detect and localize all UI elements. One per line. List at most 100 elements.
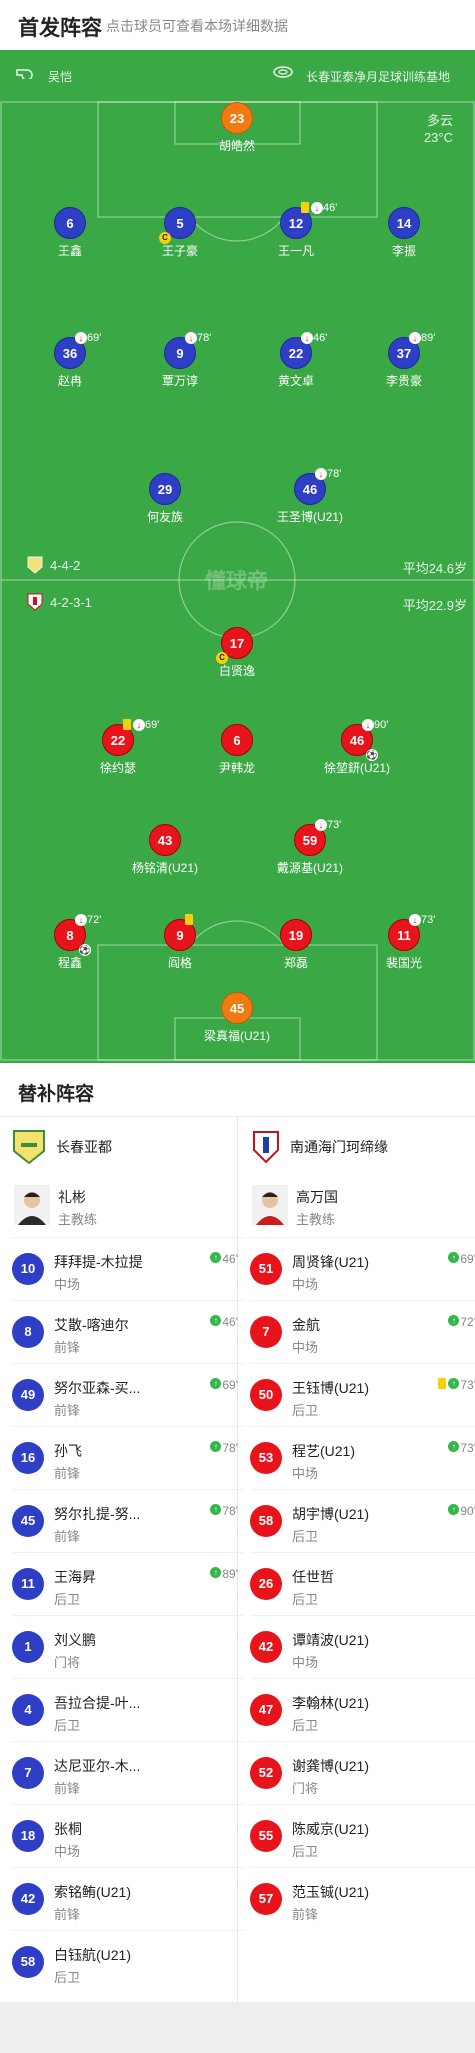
sub-events: ↑ 89' <box>210 1567 238 1581</box>
player-number: 59 ↓ 73' <box>294 819 341 856</box>
sub-player-name: 索铭鲔(U21) <box>54 1884 132 1900</box>
player-home[interactable]: 5 C 王子豪 <box>125 207 235 259</box>
sub-events: ↑ 46' <box>210 1252 238 1266</box>
home-coach-row[interactable]: 礼彬 主教练 <box>14 1177 234 1237</box>
player-name: 李振 <box>391 244 416 258</box>
player-away[interactable]: 17 C 白贤逸 <box>182 627 292 679</box>
sub-in-icon: ↑ <box>210 1315 222 1326</box>
sub-in-icon: ↑ <box>210 1378 222 1389</box>
sub-player-row[interactable]: 8 艾散-喀迪尔 前锋 ↑ 46' <box>12 1300 244 1363</box>
sub-player-row[interactable]: 49 努尔亚森-买... 前锋 ↑ 69' <box>12 1363 244 1426</box>
player-name: 杨铭清(U21) <box>131 861 198 875</box>
sub-player-row[interactable]: 52 谢龚博(U21) 门将 <box>250 1741 475 1804</box>
sub-player-row[interactable]: 42 索铭鲔(U21) 前锋 <box>12 1867 244 1930</box>
player-home[interactable]: 6 王鑫 <box>15 207 125 259</box>
sub-player-row[interactable]: 26 任世哲 后卫 <box>250 1552 475 1615</box>
pitch: 吴恺 长春亚泰净月足球训练基地 多云 23°C 懂球帝 4-4-2 平均24.6… <box>0 50 475 1063</box>
sub-in-minute: 46' <box>222 1315 238 1329</box>
sub-player-row[interactable]: 45 努尔扎提-努... 前锋 ↑ 78' <box>12 1489 244 1552</box>
sub-player-number: 7 <box>250 1316 282 1348</box>
sub-player-position: 门将 <box>292 1781 319 1796</box>
player-away[interactable]: 22 ↓ 69' 徐约瑟 <box>63 719 173 776</box>
player-number-text: 6 <box>66 216 74 231</box>
sub-player-row[interactable]: 51 周贤锋(U21) 中场 ↑ 69' <box>250 1237 475 1300</box>
sub-player-row[interactable]: 58 白钰航(U21) 后卫 <box>12 1930 244 1993</box>
player-name: 覃万谆 <box>161 374 198 388</box>
player-name: 李贵豪 <box>385 374 422 388</box>
sub-in-icon: ↑ <box>210 1252 222 1263</box>
player-name: 赵冉 <box>57 374 82 388</box>
page-subtitle: 点击球员可查看本场详细数据 <box>106 18 288 34</box>
player-away[interactable]: 6 尹韩龙 <box>182 724 292 776</box>
away-avg-age: 平均22.9岁 <box>402 598 467 613</box>
player-events: ↓ 69' <box>75 332 101 344</box>
sub-player-row[interactable]: 42 谭靖波(U21) 中场 <box>250 1615 475 1678</box>
sub-player-row[interactable]: 7 达尼亚尔-木... 前锋 <box>12 1741 244 1804</box>
player-home[interactable]: 46 ↓ 78' 王圣博(U21) <box>255 468 365 525</box>
player-away[interactable]: 46 ↓ 90' ⚽ 徐堃鈃(U21) <box>302 719 412 776</box>
sub-out-icon: ↓ <box>75 332 87 344</box>
player-number: 22 ↓ 46' <box>280 332 327 369</box>
player-home[interactable]: 23 胡皓然 <box>182 102 292 154</box>
player-number: 23 <box>221 102 253 134</box>
sub-player-row[interactable]: 1 刘义鹏 门将 <box>12 1615 244 1678</box>
sub-player-row[interactable]: 11 王海昇 后卫 ↑ 89' <box>12 1552 244 1615</box>
player-home[interactable]: 36 ↓ 69' 赵冉 <box>15 332 125 389</box>
player-away[interactable]: 43 杨铭清(U21) <box>110 824 220 876</box>
player-home[interactable]: 9 ↓ 78' 覃万谆 <box>125 332 235 389</box>
sub-in-icon: ↑ <box>448 1441 460 1452</box>
player-away[interactable]: 9 阎格 <box>125 914 235 971</box>
player-number-text: 8 <box>66 928 74 943</box>
sub-player-position: 后卫 <box>292 1403 319 1418</box>
away-coach-row[interactable]: 高万国 主教练 <box>252 1177 472 1237</box>
sub-player-number: 42 <box>250 1631 282 1663</box>
sub-player-position: 前锋 <box>54 1466 81 1481</box>
sub-player-row[interactable]: 50 王钰博(U21) 后卫 ↑ 73' <box>250 1363 475 1426</box>
whistle-icon <box>16 69 33 79</box>
player-number: 36 ↓ 69' <box>54 332 101 369</box>
away-team-row[interactable]: 南通海门珂缔缘 <box>252 1117 388 1177</box>
player-away[interactable]: 19 郑磊 <box>241 919 351 971</box>
player-home[interactable]: 22 ↓ 46' 黄文卓 <box>241 332 351 389</box>
home-team-row[interactable]: 长春亚都 <box>12 1117 112 1177</box>
player-number: 9 <box>164 914 196 951</box>
sub-player-row[interactable]: 10 拜拜提-木拉提 中场 ↑ 46' <box>12 1237 244 1300</box>
sub-player-row[interactable]: 47 李翰林(U21) 后卫 <box>250 1678 475 1741</box>
sub-player-position: 后卫 <box>292 1592 319 1607</box>
player-away[interactable]: 11 ↓ 73' 裴国光 <box>349 914 459 971</box>
player-home[interactable]: 37 ↓ 89' 李贵豪 <box>349 332 459 389</box>
player-away[interactable]: 45 梁真福(U21) <box>182 992 292 1044</box>
player-number: 22 ↓ 69' <box>102 719 159 756</box>
player-number: 14 <box>388 207 420 239</box>
sub-player-position: 前锋 <box>292 1907 319 1922</box>
sub-player-row[interactable]: 55 陈威京(U21) 后卫 <box>250 1804 475 1867</box>
player-home[interactable]: 29 何友族 <box>110 473 220 525</box>
sub-player-row[interactable]: 16 孙飞 前锋 ↑ 78' <box>12 1426 244 1489</box>
sub-player-row[interactable]: 57 范玉铖(U21) 前锋 <box>250 1867 475 1930</box>
player-number-text: 59 <box>302 833 318 848</box>
player-number-text: 22 <box>110 733 126 748</box>
home-team-logo-icon <box>13 1130 45 1165</box>
sub-player-row[interactable]: 18 张桐 中场 <box>12 1804 244 1867</box>
player-number-text: 36 <box>62 346 78 361</box>
player-name: 尹韩龙 <box>218 761 255 775</box>
sub-player-row[interactable]: 7 金航 中场 ↑ 72' <box>250 1300 475 1363</box>
sub-player-row[interactable]: 4 吾拉合提-叶... 后卫 <box>12 1678 244 1741</box>
player-away[interactable]: 59 ↓ 73' 戴源基(U21) <box>255 819 365 876</box>
sub-player-name: 胡宇博(U21) <box>292 1506 370 1522</box>
sub-out-minute: 73' <box>421 914 436 926</box>
sub-player-name: 白钰航(U21) <box>54 1947 132 1963</box>
player-events: ↓ 78' <box>185 332 211 344</box>
player-number-text: 9 <box>176 346 184 361</box>
player-name: 程鑫 <box>57 956 82 970</box>
player-home[interactable]: 12 ↓ 46' 王一凡 <box>241 202 351 259</box>
player-number-text: 5 <box>176 216 184 231</box>
player-away[interactable]: 8 ↓ 72' ⚽ 程鑫 <box>15 914 125 971</box>
player-home[interactable]: 14 李振 <box>349 207 459 259</box>
sub-player-position: 前锋 <box>54 1907 81 1922</box>
sub-player-row[interactable]: 53 程艺(U21) 中场 ↑ 73' <box>250 1426 475 1489</box>
home-formation: 4-4-2 <box>50 558 81 573</box>
player-events: ↓ 73' <box>315 819 341 831</box>
sub-player-position: 后卫 <box>292 1529 319 1544</box>
sub-player-row[interactable]: 58 胡宇博(U21) 后卫 ↑ 90' <box>250 1489 475 1552</box>
